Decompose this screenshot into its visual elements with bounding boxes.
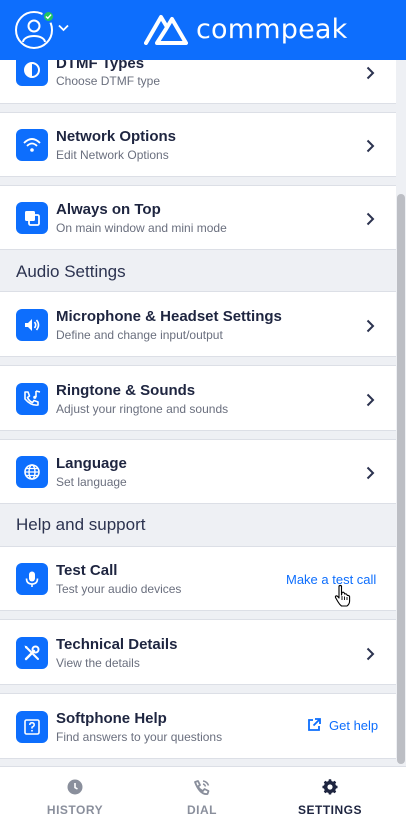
settings-row-network-options[interactable]: Network Options Edit Network Options (0, 112, 396, 177)
globe-icon (16, 456, 48, 488)
chevron-right-icon (366, 647, 375, 661)
dtmf-icon (16, 60, 48, 86)
microphone-icon (16, 563, 48, 595)
chevron-right-icon (366, 212, 375, 226)
help-icon (16, 711, 48, 743)
gear-icon (322, 779, 338, 795)
row-subtitle: Choose DTMF type (56, 74, 161, 88)
settings-row-always-on-top[interactable]: Always on Top On main window and mini mo… (0, 185, 396, 250)
bottom-navigation: HISTORY DIAL SETTINGS (0, 766, 406, 820)
brand-name: commpeak (196, 13, 348, 45)
chevron-down-icon[interactable] (58, 24, 69, 32)
wifi-icon (16, 129, 48, 161)
external-link-icon (308, 718, 321, 731)
settings-row-language[interactable]: Language Set language (0, 439, 396, 504)
make-test-call-link[interactable]: Make a test call (286, 572, 376, 587)
chevron-right-icon (366, 393, 375, 407)
nav-settings[interactable]: SETTINGS (270, 767, 390, 820)
settings-row-ringtone-sounds[interactable]: Ringtone & Sounds Adjust your ringtone a… (0, 365, 396, 431)
get-help-label: Get help (329, 717, 379, 733)
row-title: Network Options (56, 128, 177, 145)
section-help-and-support: Help and support (16, 515, 146, 534)
user-avatar-button[interactable] (15, 10, 55, 49)
row-title: Technical Details (56, 636, 178, 653)
row-subtitle: On main window and mini mode (56, 221, 227, 235)
chevron-right-icon (366, 66, 375, 80)
settings-row-microphone-headset[interactable]: Microphone & Headset Settings Define and… (0, 291, 396, 357)
scrollbar[interactable] (396, 60, 406, 766)
row-subtitle: Edit Network Options (56, 148, 169, 162)
row-title: Ringtone & Sounds (56, 382, 196, 399)
row-title: Language (56, 455, 127, 472)
row-title: DTMF Types (56, 60, 145, 72)
online-status-badge (42, 10, 55, 23)
clock-icon (67, 779, 83, 795)
section-audio-settings: Audio Settings (16, 262, 126, 281)
window-stack-icon (16, 202, 48, 234)
chevron-right-icon (366, 466, 375, 480)
row-subtitle: Find answers to your questions (56, 730, 223, 744)
phone-dial-icon (194, 780, 210, 795)
nav-label: HISTORY (46, 803, 104, 817)
brand-logo: commpeak (144, 13, 348, 45)
tools-icon (16, 637, 48, 669)
speaker-icon (16, 309, 48, 341)
get-help-link[interactable]: Get help (306, 717, 378, 733)
nav-dial[interactable]: DIAL (142, 767, 262, 820)
nav-history[interactable]: HISTORY (15, 767, 135, 820)
row-subtitle: Test your audio devices (56, 582, 182, 596)
chevron-right-icon (366, 139, 375, 153)
settings-row-dtmf[interactable]: DTMF Types Choose DTMF type (0, 60, 396, 104)
commpeak-logo-icon (144, 15, 188, 45)
row-subtitle: Adjust your ringtone and sounds (56, 402, 229, 416)
chevron-right-icon (366, 319, 375, 333)
nav-label: SETTINGS (297, 803, 362, 817)
nav-label: DIAL (187, 803, 217, 817)
row-title: Always on Top (56, 201, 161, 218)
settings-row-softphone-help: Softphone Help Find answers to your ques… (0, 693, 396, 759)
row-subtitle: Set language (56, 475, 127, 489)
settings-row-technical-details[interactable]: Technical Details View the details (0, 619, 396, 685)
settings-list[interactable]: DTMF Types Choose DTMF type Network Opti… (0, 60, 396, 766)
row-subtitle: Define and change input/output (56, 328, 223, 342)
scrollbar-thumb[interactable] (397, 194, 405, 764)
row-title: Softphone Help (56, 710, 167, 727)
row-title: Test Call (56, 562, 118, 579)
top-bar: commpeak (0, 0, 406, 60)
hand-cursor-icon (334, 584, 351, 607)
row-title: Microphone & Headset Settings (56, 308, 282, 325)
row-subtitle: View the details (56, 656, 140, 670)
phone-music-icon (16, 383, 48, 415)
